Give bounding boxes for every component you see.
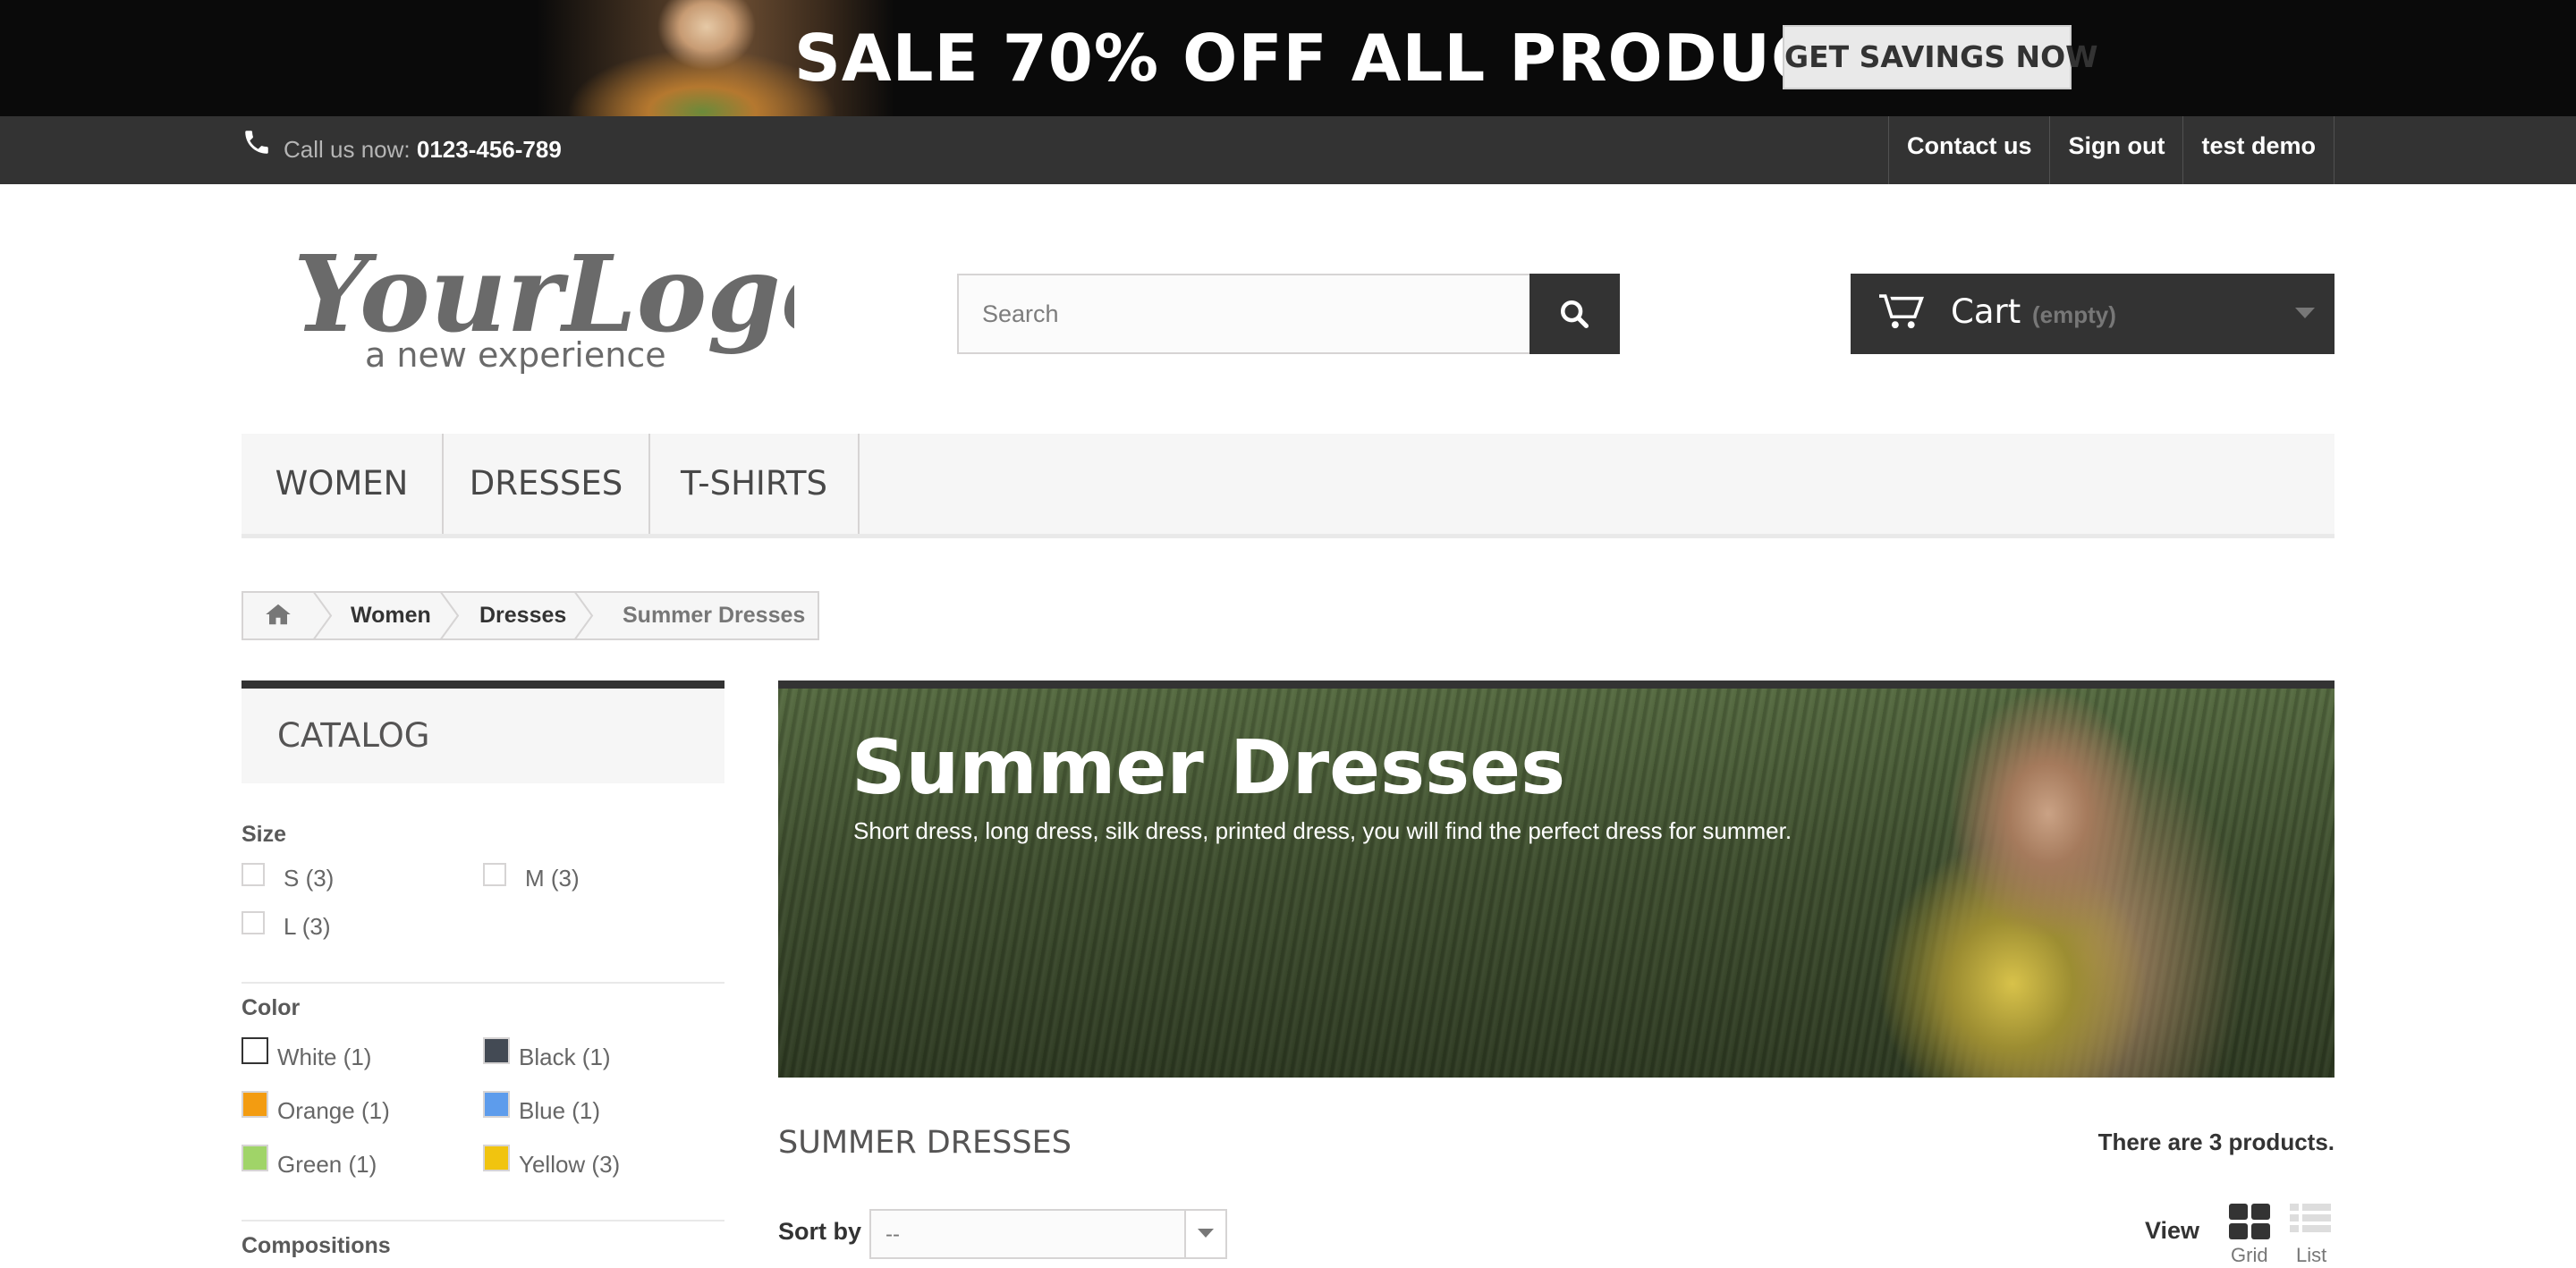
color-green-label[interactable]: Green (1) bbox=[277, 1150, 377, 1179]
filter-divider bbox=[242, 1220, 724, 1222]
call-label: Call us now: bbox=[284, 136, 411, 163]
breadcrumb-separator bbox=[440, 591, 460, 640]
size-s-checkbox[interactable] bbox=[242, 863, 265, 886]
size-filter-title: Size bbox=[242, 822, 287, 847]
svg-text:a new experience: a new experience bbox=[365, 335, 666, 375]
color-filter-title: Color bbox=[242, 995, 301, 1020]
size-s-label[interactable]: S (3) bbox=[284, 864, 334, 892]
category-banner-title: Summer Dresses bbox=[852, 723, 1566, 811]
color-white-swatch[interactable] bbox=[242, 1037, 268, 1064]
list-view-label[interactable]: List bbox=[2296, 1244, 2326, 1267]
category-heading: SUMMER DRESSES bbox=[778, 1125, 1072, 1161]
account-link[interactable]: test demo bbox=[2182, 116, 2334, 184]
sort-select[interactable]: -- bbox=[869, 1209, 1227, 1259]
product-count: There are 3 products. bbox=[2097, 1129, 2334, 1155]
color-white-label[interactable]: White (1) bbox=[277, 1043, 371, 1071]
color-orange-swatch[interactable] bbox=[242, 1091, 268, 1118]
list-view-icon[interactable] bbox=[2290, 1204, 2331, 1241]
phone-number: 0123-456-789 bbox=[416, 136, 562, 163]
phone-icon bbox=[245, 131, 268, 154]
sort-dropdown-toggle[interactable] bbox=[1184, 1211, 1225, 1257]
chevron-down-icon bbox=[1198, 1229, 1214, 1238]
grid-view-icon[interactable] bbox=[2229, 1204, 2270, 1241]
color-green-swatch[interactable] bbox=[242, 1145, 268, 1171]
menu-item-dresses[interactable]: DRESSES bbox=[444, 434, 650, 534]
home-icon[interactable] bbox=[265, 602, 292, 627]
breadcrumb-women[interactable]: Women bbox=[351, 593, 431, 638]
size-m-checkbox[interactable] bbox=[483, 863, 506, 886]
size-l-label[interactable]: L (3) bbox=[284, 912, 331, 941]
cart-status: (empty) bbox=[2032, 301, 2116, 328]
top-links: Contact us Sign out test demo bbox=[1887, 116, 2334, 184]
size-l-checkbox[interactable] bbox=[242, 911, 265, 934]
menu-item-tshirts[interactable]: T-SHIRTS bbox=[650, 434, 860, 534]
cart-label: Cart bbox=[1951, 292, 2021, 331]
size-m-label[interactable]: M (3) bbox=[525, 864, 580, 892]
color-blue-swatch[interactable] bbox=[483, 1091, 510, 1118]
color-black-label[interactable]: Black (1) bbox=[519, 1043, 611, 1071]
sort-value: -- bbox=[886, 1222, 900, 1247]
search-button[interactable] bbox=[1530, 274, 1620, 354]
cart-icon bbox=[1879, 294, 1924, 329]
logo[interactable]: YourLogo a new experience bbox=[284, 224, 794, 376]
cart-button[interactable]: Cart (empty) bbox=[1851, 274, 2334, 354]
search-icon bbox=[1560, 300, 1589, 329]
view-label: View bbox=[2145, 1217, 2200, 1244]
color-black-swatch[interactable] bbox=[483, 1037, 510, 1064]
search-input[interactable] bbox=[957, 274, 1531, 354]
color-yellow-label[interactable]: Yellow (3) bbox=[519, 1150, 620, 1179]
breadcrumb-separator bbox=[574, 591, 594, 640]
contact-us-link[interactable]: Contact us bbox=[1887, 116, 2050, 184]
promo-banner[interactable]: SALE 70% OFF ALL PRODUCTS GET SAVINGS NO… bbox=[0, 0, 2576, 116]
category-description: Short dress, long dress, silk dress, pri… bbox=[853, 817, 1792, 844]
color-orange-label[interactable]: Orange (1) bbox=[277, 1096, 390, 1125]
main-menu: WOMEN DRESSES T-SHIRTS bbox=[242, 434, 2334, 538]
category-banner: Summer Dresses Short dress, long dress, … bbox=[778, 680, 2334, 1078]
menu-item-women[interactable]: WOMEN bbox=[242, 434, 444, 534]
get-savings-button[interactable]: GET SAVINGS NOW bbox=[1783, 25, 2098, 89]
color-blue-label[interactable]: Blue (1) bbox=[519, 1096, 600, 1125]
grid-view-label[interactable]: Grid bbox=[2231, 1244, 2268, 1267]
catalog-header: CATALOG bbox=[242, 680, 724, 783]
filter-divider bbox=[242, 982, 724, 984]
chevron-down-icon bbox=[2295, 308, 2315, 318]
compositions-filter-title: Compositions bbox=[242, 1233, 391, 1258]
breadcrumb-separator bbox=[313, 591, 333, 640]
sort-label: Sort by bbox=[778, 1218, 862, 1245]
color-yellow-swatch[interactable] bbox=[483, 1145, 510, 1171]
breadcrumb-current: Summer Dresses bbox=[623, 603, 806, 628]
promo-text: SALE 70% OFF ALL PRODUCTS bbox=[794, 21, 1911, 96]
breadcrumb-dresses[interactable]: Dresses bbox=[479, 593, 566, 638]
catalog-title: CATALOG bbox=[277, 716, 430, 755]
breadcrumb: Women Dresses Summer Dresses bbox=[242, 591, 819, 640]
sign-out-link[interactable]: Sign out bbox=[2049, 116, 2182, 184]
call-us-text: Call us now: 0123-456-789 bbox=[284, 134, 562, 165]
